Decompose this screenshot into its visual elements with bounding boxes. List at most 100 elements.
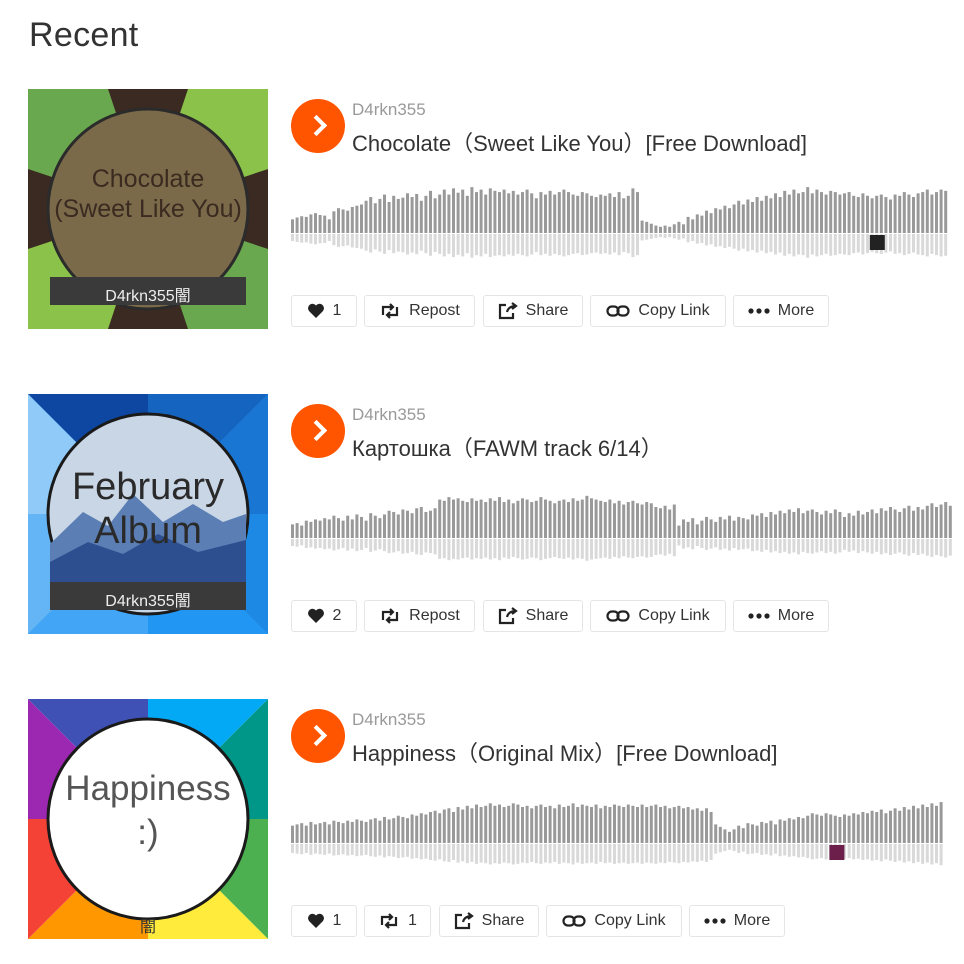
waveform-bar: [843, 193, 846, 233]
waveform-bar: [452, 188, 455, 233]
track-title[interactable]: Happiness（Original Mix）[Free Download]: [352, 736, 778, 768]
more-button[interactable]: More: [733, 600, 829, 632]
like-button[interactable]: 2: [291, 600, 357, 632]
waveform-bar: [760, 821, 764, 843]
repost-button[interactable]: Repost: [364, 600, 475, 632]
waveform-reflection-bar: [916, 234, 920, 255]
waveform-bar: [631, 188, 635, 233]
waveform-bar: [875, 812, 879, 843]
waveform-bar: [424, 814, 428, 843]
waveform-reflection-bar: [930, 539, 934, 557]
waveform-reflection-bar: [774, 539, 777, 552]
more-button[interactable]: More: [689, 905, 785, 937]
waveform-reflection-bar: [856, 539, 860, 554]
waveform-reflection-bar: [608, 539, 612, 559]
waveform-bar: [318, 215, 322, 233]
waveform-reflection-bar: [539, 234, 543, 256]
like-button[interactable]: 1: [291, 905, 357, 937]
waveform-reflection-bar: [456, 234, 460, 255]
waveform-bar: [562, 189, 566, 233]
waveform-bar: [672, 224, 676, 233]
waveform-reflection-bar: [433, 539, 437, 555]
waveform-reflection-bar: [732, 539, 736, 548]
waveform-bar: [847, 192, 851, 233]
waveform-reflection-bar: [585, 539, 589, 561]
share-button[interactable]: Share: [483, 295, 583, 327]
waveform-reflection-bar: [304, 539, 308, 548]
waveform-reflection-bar: [493, 234, 497, 256]
waveform-reflection-bar: [778, 234, 782, 253]
track-artist[interactable]: D4rkn355: [352, 710, 426, 730]
waveform-bar: [479, 189, 483, 233]
waveform-reflection-bar: [663, 539, 667, 556]
waveform-reflection-bar: [723, 539, 727, 549]
share-button[interactable]: Share: [439, 905, 539, 937]
repost-button[interactable]: 1: [364, 905, 431, 937]
waveform-reflection-bar: [764, 234, 768, 254]
waveform-bar: [534, 198, 538, 233]
waveform-reflection-bar: [373, 844, 377, 857]
waveform-reflection-bar: [810, 539, 814, 554]
waveform-bar: [350, 206, 354, 233]
waveform-bar: [774, 193, 777, 233]
track-title[interactable]: Картошка（FAWM track 6/14）: [352, 431, 663, 463]
waveform-bar: [470, 808, 474, 843]
track-artwork[interactable]: Chocolate (Sweet Like You) D4rkn355闇: [28, 89, 268, 329]
copy-link-button[interactable]: Copy Link: [590, 295, 726, 327]
waveform-reflection-bar: [323, 844, 327, 855]
waveform-reflection-bar: [705, 234, 708, 246]
track-artist[interactable]: D4rkn355: [352, 100, 426, 120]
track-artwork[interactable]: February Album D4rkn355闇: [28, 394, 268, 634]
waveform-reflection-bar: [870, 539, 874, 554]
copy-link-button[interactable]: Copy Link: [546, 905, 682, 937]
waveform-bar: [824, 510, 828, 538]
waveform-bar: [852, 813, 856, 843]
waveform-reflection-bar: [511, 844, 515, 865]
waveform-bar: [465, 805, 469, 843]
play-button[interactable]: [291, 99, 345, 153]
waveform-reflection-bar: [608, 234, 612, 255]
waveform-reflection-bar: [691, 539, 695, 550]
waveform-bar: [792, 511, 796, 538]
like-count: 1: [332, 912, 342, 929]
waveform-reflection-bar: [898, 234, 902, 254]
waveform-reflection-bar: [599, 844, 603, 862]
waveform-bar: [815, 189, 819, 233]
waveform-bar: [364, 200, 368, 233]
waveform-bar: [488, 803, 492, 843]
waveform[interactable]: [291, 169, 964, 267]
waveform-reflection-bar: [810, 234, 814, 255]
waveform-reflection-bar: [603, 539, 607, 558]
artwork-title-line2: :): [137, 813, 159, 852]
track-artwork[interactable]: Happiness :) 闇: [28, 699, 268, 939]
waveform-bar: [935, 507, 938, 538]
waveform-bar: [640, 220, 644, 233]
waveform-bar: [378, 198, 382, 233]
waveform-reflection-bar: [373, 234, 377, 250]
copy-link-button[interactable]: Copy Link: [590, 600, 726, 632]
waveform-bar: [314, 213, 317, 233]
waveform[interactable]: [291, 779, 964, 877]
waveform-bar: [686, 216, 690, 233]
waveform-bar: [820, 815, 823, 843]
track-title[interactable]: Chocolate（Sweet Like You）[Free Download]: [352, 126, 807, 158]
play-button[interactable]: [291, 709, 345, 763]
comment-avatar[interactable]: [869, 235, 885, 250]
waveform-bar: [755, 197, 759, 233]
more-button[interactable]: More: [733, 295, 829, 327]
waveform-reflection-bar: [668, 539, 672, 554]
waveform-bar: [944, 190, 948, 233]
waveform-bar: [617, 805, 621, 843]
waveform[interactable]: [291, 474, 964, 572]
waveform-bar: [456, 498, 460, 538]
play-button[interactable]: [291, 404, 345, 458]
waveform-bar: [530, 502, 534, 538]
track-artist[interactable]: D4rkn355: [352, 405, 426, 425]
more-label: More: [777, 302, 815, 319]
waveform-reflection-bar: [778, 844, 782, 857]
comment-avatar[interactable]: [829, 845, 845, 860]
repost-button[interactable]: Repost: [364, 295, 475, 327]
share-button[interactable]: Share: [483, 600, 583, 632]
like-button[interactable]: 1: [291, 295, 357, 327]
waveform-bar: [452, 812, 455, 843]
